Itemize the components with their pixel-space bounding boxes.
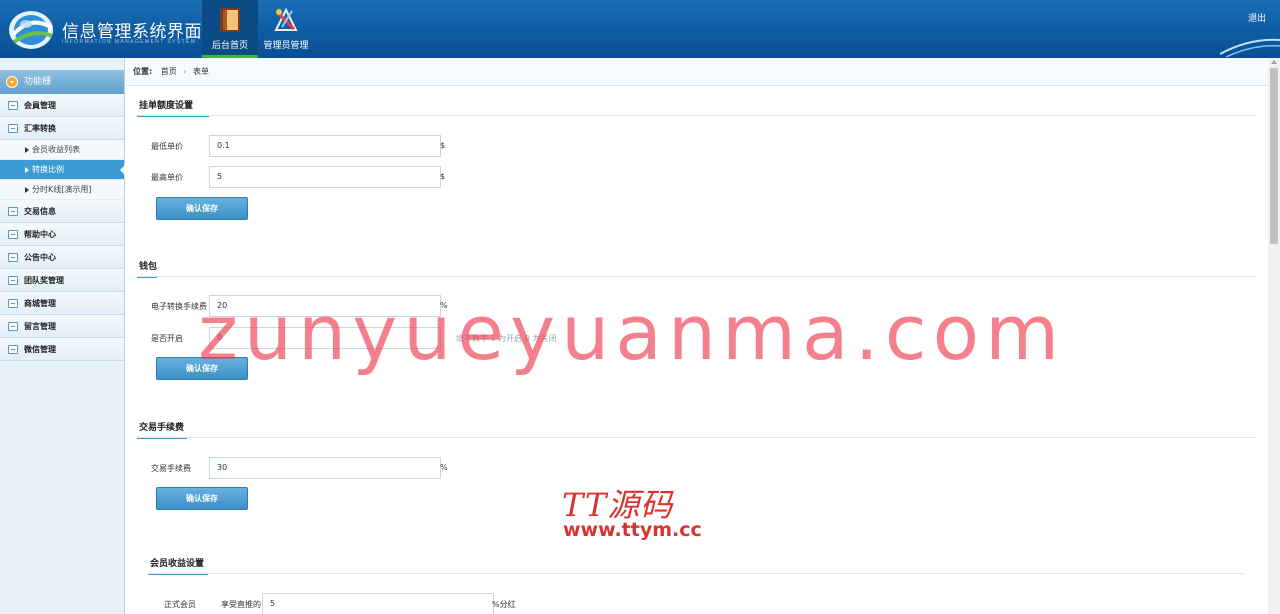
watermark-url: www.ttym.cc (563, 519, 702, 541)
section-divider (136, 437, 1256, 438)
section-title: 会员收益设置 (148, 556, 208, 575)
scrollbar-thumb[interactable] (1270, 68, 1278, 244)
max-price-input[interactable]: 5 (209, 166, 441, 188)
sidebar-item-label: 帮助中心 (24, 230, 56, 239)
breadcrumb: 位置: 首页 › 表单 (126, 58, 1268, 86)
list-icon (8, 101, 18, 110)
breadcrumb-current: 表单 (193, 67, 210, 76)
calendar-icon (8, 299, 18, 308)
sidebar-item-announcements[interactable]: 公告中心 (0, 246, 124, 269)
app-subtitle: INFORMATION MANAGEMENT SYSTEM (62, 39, 197, 45)
sidebar-header: 功能栅 (0, 70, 124, 94)
tools-icon (274, 7, 298, 31)
sidebar-subitem-label: 分时K线[演示用] (32, 185, 92, 194)
sidebar-subitem-label: 会员收益列表 (32, 145, 80, 154)
chevron-down-icon (6, 76, 18, 88)
nav-home[interactable]: 后台首页 (202, 0, 258, 58)
sidebar-item-messages[interactable]: 留言管理 (0, 315, 124, 338)
sidebar-item-trades[interactable]: 交易信息 (0, 200, 124, 223)
enable-toggle-input[interactable]: 0 (209, 327, 441, 349)
breadcrumb-home[interactable]: 首页 (161, 67, 177, 76)
nav-admin[interactable]: 管理员管理 (258, 0, 314, 58)
member-share-input[interactable]: 5 (262, 593, 494, 614)
max-price-unit: $ (440, 172, 446, 181)
section-title-text: 挂单额度设置 (139, 101, 194, 111)
sidebar-subitem-member-earnings[interactable]: 会员收益列表 (0, 140, 124, 160)
sidebar-item-help[interactable]: 帮助中心 (0, 223, 124, 246)
trade-fee-label: 交易手续费 (151, 464, 191, 473)
trade-fee-input[interactable]: 30 (209, 457, 441, 479)
section-title: 交易手续费 (137, 420, 187, 439)
confirm-save-button[interactable]: 确认保存 (156, 357, 248, 380)
sidebar-subitem-label: 转换比例 (32, 165, 64, 174)
nav-admin-label: 管理员管理 (263, 41, 309, 51)
breadcrumb-separator: › (183, 67, 187, 76)
decorative-swoosh (1220, 38, 1280, 58)
sidebar-item-label: 会員管理 (24, 101, 56, 110)
min-price-label: 最低单价 (151, 142, 183, 151)
vertical-scrollbar[interactable] (1268, 58, 1280, 614)
section-title: 挂单额度设置 (137, 98, 209, 117)
sidebar-item-label: 微信管理 (24, 345, 56, 354)
logout-link[interactable]: 退出 (1248, 11, 1266, 24)
trade-fee-unit: % (440, 463, 448, 472)
sidebar-item-label: 商城管理 (24, 299, 56, 308)
section-title-text: 交易手续费 (139, 423, 185, 433)
edit-icon (8, 253, 18, 262)
max-price-label: 最高单价 (151, 173, 183, 182)
globe-logo-icon (9, 11, 54, 49)
member-share-label: 享受直推的 (221, 600, 261, 609)
scroll-up-arrow-icon[interactable] (1271, 60, 1277, 64)
sidebar-item-wechat[interactable]: 微信管理 (0, 338, 124, 361)
sidebar-subitem-conversion-ratio[interactable]: 转换比例 (0, 160, 125, 180)
confirm-save-button[interactable]: 确认保存 (156, 197, 248, 220)
transfer-fee-label: 电子转换手续费 (151, 302, 207, 311)
sidebar-item-mall[interactable]: 商城管理 (0, 292, 124, 315)
enable-toggle-hint: 填写数字 1 为开启 0 为关闭 (456, 334, 557, 343)
nav-home-label: 后台首页 (211, 41, 248, 51)
calendar-icon (8, 276, 18, 285)
book-icon (220, 8, 240, 32)
section-title: 钱包 (137, 259, 158, 278)
sidebar-header-label: 功能栅 (24, 77, 52, 87)
breadcrumb-label: 位置: (133, 67, 153, 76)
section-divider (136, 115, 1256, 116)
member-share-unit: %分红 (492, 600, 516, 609)
sidebar-item-members[interactable]: 会員管理 (0, 94, 124, 117)
top-header: 信息管理系统界面 INFORMATION MANAGEMENT SYSTEM 后… (0, 0, 1280, 58)
sidebar-item-label: 汇率转换 (24, 124, 56, 133)
sidebar-item-exchange[interactable]: 汇率转换 (0, 117, 124, 140)
enable-toggle-label: 是否开启 (151, 334, 183, 343)
sidebar: 功能栅 会員管理 汇率转换 会员收益列表 转换比例 分时K线[演示用] 交易信息… (0, 58, 125, 614)
chat-icon (8, 124, 18, 133)
transfer-fee-unit: % (440, 301, 448, 310)
min-price-unit: $ (440, 141, 446, 150)
member-tier-label: 正式会员 (164, 600, 196, 609)
min-price-input[interactable]: 0.1 (209, 135, 441, 157)
edit-icon (8, 322, 18, 331)
sidebar-item-label: 交易信息 (24, 207, 56, 216)
sidebar-item-team-award[interactable]: 团队奖管理 (0, 269, 124, 292)
transfer-fee-input[interactable]: 20 (209, 295, 441, 317)
sidebar-subitem-kline[interactable]: 分时K线[演示用] (0, 180, 124, 200)
section-title-text: 会员收益设置 (150, 559, 205, 569)
section-divider (148, 573, 1244, 574)
confirm-save-button[interactable]: 确认保存 (156, 487, 248, 510)
sidebar-item-label: 公告中心 (24, 253, 56, 262)
section-divider (136, 276, 1256, 277)
edit-icon (8, 230, 18, 239)
sidebar-item-label: 留言管理 (24, 322, 56, 331)
list-icon (8, 207, 18, 216)
sidebar-item-label: 团队奖管理 (24, 276, 64, 285)
section-title-text: 钱包 (139, 262, 158, 272)
chat-icon (8, 345, 18, 354)
